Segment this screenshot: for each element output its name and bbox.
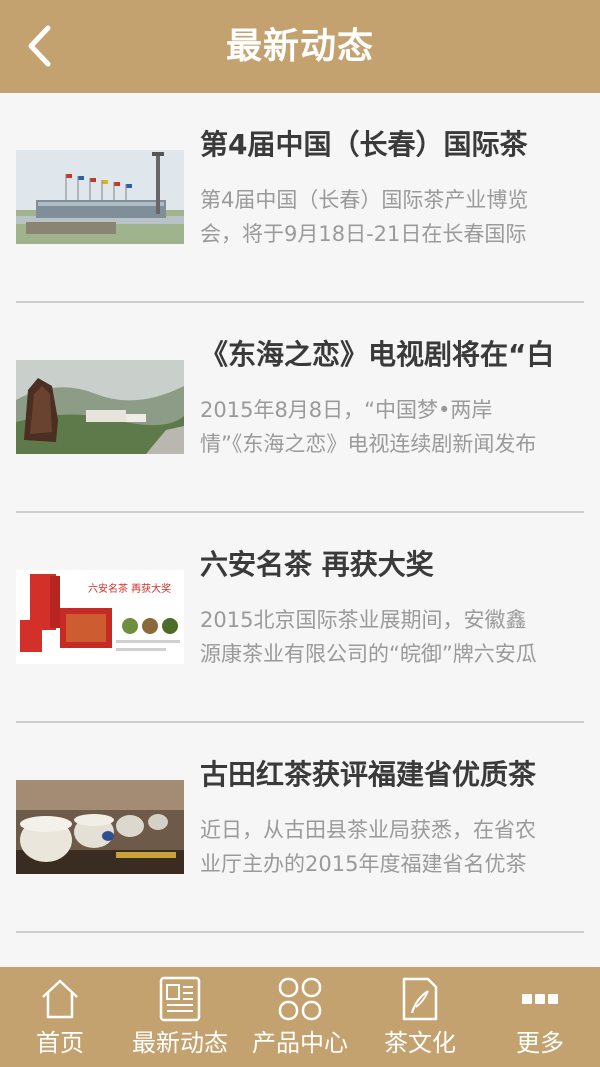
tab-products[interactable]: 产品中心 xyxy=(240,967,360,1067)
tab-label: 首页 xyxy=(36,1029,84,1057)
tab-label: 更多 xyxy=(516,1029,564,1057)
tab-label: 茶文化 xyxy=(384,1029,456,1057)
news-icon xyxy=(154,973,206,1025)
products-icon xyxy=(274,973,326,1025)
tea-culture-icon xyxy=(394,973,446,1025)
news-summary: 近日，从古田县茶业局获悉，在省农业厅主办的2015年度福建省名优茶评比活动中，古… xyxy=(200,818,536,876)
tab-label: 产品中心 xyxy=(252,1029,348,1057)
news-item[interactable]: 古田红茶获评福建省优质茶 近日，从古田县茶业局获悉，在省农业厅主办的2015年度… xyxy=(0,723,600,933)
home-icon xyxy=(34,973,86,1025)
news-summary: 2015年8月8日，“中国梦•两岸情”《东海之恋》电视连续剧新闻发布会在福建举行… xyxy=(200,398,537,456)
more-icon xyxy=(514,973,566,1025)
bottom-tab-bar: 首页 最新动态 产品中心 茶文化 更多 xyxy=(0,967,600,1067)
tab-tea-culture[interactable]: 茶文化 xyxy=(360,967,480,1067)
news-item[interactable]: 《东海之恋》电视剧将在“白 2015年8月8日，“中国梦•两岸情”《东海之恋》电… xyxy=(0,303,600,513)
tab-label: 最新动态 xyxy=(132,1029,228,1057)
tab-more[interactable]: 更多 xyxy=(480,967,600,1067)
news-item[interactable]: 第4届中国（长春）国际茶 第4届中国（长春）国际茶产业博览会，将于9月18日-2… xyxy=(0,93,600,303)
tab-news[interactable]: 最新动态 xyxy=(120,967,240,1067)
news-thumbnail: 六安名茶 再获大奖 xyxy=(16,570,184,664)
news-title: 第4届中国（长春）国际茶 xyxy=(200,128,528,161)
news-thumbnail xyxy=(16,780,184,874)
news-item[interactable]: 六安名茶 再获大奖 六安名茶 再获大奖 2015北京国际茶业展期间，安徽鑫源康茶… xyxy=(0,513,600,723)
top-bar: 最新动态 xyxy=(0,0,600,93)
news-summary: 2015北京国际茶业展期间，安徽鑫源康茶业有限公司的“皖御”牌六安瓜片荣获金奖，… xyxy=(200,608,537,666)
news-list[interactable]: 第4届中国（长春）国际茶 第4届中国（长春）国际茶产业博览会，将于9月18日-2… xyxy=(0,93,600,967)
tab-home[interactable]: 首页 xyxy=(0,967,120,1067)
news-thumbnail xyxy=(16,150,184,244)
news-title: 古田红茶获评福建省优质茶 xyxy=(200,758,537,791)
page-title: 最新动态 xyxy=(225,26,374,67)
news-title: 《东海之恋》电视剧将在“白 xyxy=(200,338,555,371)
news-thumbnail xyxy=(16,360,184,454)
divider xyxy=(16,931,584,933)
news-title: 六安名茶 再获大奖 xyxy=(200,548,434,581)
news-summary: 第4届中国（长春）国际茶产业博览会，将于9月18日-21日在长春国际会展中心举行… xyxy=(200,188,529,246)
thumbnail-headline: 六安名茶 再获大奖 xyxy=(88,582,171,595)
